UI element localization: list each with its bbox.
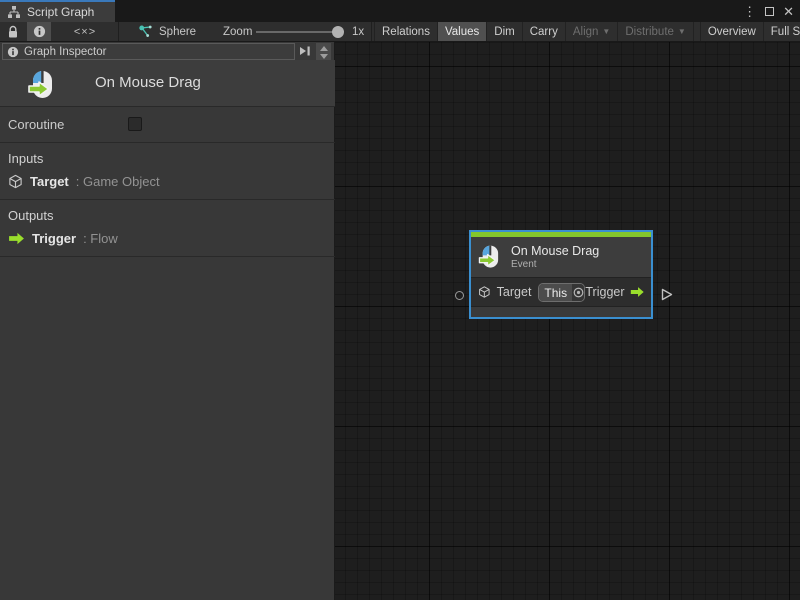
node-input-port[interactable] xyxy=(455,291,464,300)
zoom-slider-track[interactable] xyxy=(256,31,340,33)
maximize-icon[interactable] xyxy=(765,7,774,16)
script-graph-window: Script Graph ⋮ ✕ <×> Sphere Zoom 1x xyxy=(0,0,800,600)
graph-icon xyxy=(7,5,21,19)
unit-title-section: On Mouse Drag xyxy=(0,60,335,107)
relations-button[interactable]: Relations xyxy=(374,22,438,41)
inputs-header: Inputs xyxy=(8,151,43,166)
lock-icon xyxy=(7,25,19,39)
close-icon[interactable]: ✕ xyxy=(783,5,794,18)
input-port-row: Target : Game Object xyxy=(8,174,160,189)
toolbar-divider xyxy=(118,22,119,41)
window-menu-icon[interactable]: ⋮ xyxy=(743,5,756,18)
trigger-port-label: Trigger xyxy=(585,285,624,299)
overview-button[interactable]: Overview xyxy=(700,22,764,41)
graph-toolbar: <×> Sphere Zoom 1x Relations Values Dim … xyxy=(0,22,800,42)
distribute-dropdown[interactable]: Distribute ▼ xyxy=(618,22,694,41)
chevron-down-icon: ▼ xyxy=(678,28,686,36)
target-object-field[interactable]: This xyxy=(538,283,585,302)
output-port-type: : Flow xyxy=(83,231,118,246)
coroutine-label: Coroutine xyxy=(8,117,64,132)
graph-inspector-title: Graph Inspector xyxy=(24,46,106,58)
info-icon xyxy=(7,46,19,58)
outputs-section: Outputs Trigger : Flow xyxy=(0,200,335,257)
node-title: On Mouse Drag xyxy=(511,244,599,258)
lock-button[interactable] xyxy=(2,22,24,41)
scroll-down-icon[interactable] xyxy=(320,54,328,59)
output-port-row: Trigger : Flow xyxy=(8,231,118,246)
input-port-name: Target xyxy=(30,174,69,189)
inspector-toggle-button[interactable] xyxy=(27,22,51,41)
graph-owner-breadcrumb[interactable]: Sphere xyxy=(138,22,196,41)
scroll-up-icon[interactable] xyxy=(320,46,328,51)
window-controls: ⋮ ✕ xyxy=(743,0,794,22)
on-mouse-drag-node[interactable]: On Mouse Drag Event Target This Trigger xyxy=(469,230,653,319)
inputs-section: Inputs Target : Game Object xyxy=(0,143,335,200)
object-picker-button[interactable] xyxy=(572,284,585,301)
target-object-value: This xyxy=(539,284,572,301)
coroutine-checkbox[interactable] xyxy=(128,117,142,131)
node-output-port-icon[interactable] xyxy=(661,288,673,301)
script-machine-icon xyxy=(138,24,153,39)
zoom-slider[interactable] xyxy=(256,22,340,41)
on-mouse-drag-icon xyxy=(26,69,58,101)
tab-label: Script Graph xyxy=(27,5,94,19)
tab-bar: Script Graph ⋮ ✕ xyxy=(0,0,800,22)
graph-inspector-header[interactable]: Graph Inspector xyxy=(2,43,295,60)
chevron-down-icon: ▼ xyxy=(602,28,610,36)
node-footer xyxy=(471,307,651,317)
toolbar-button-group: Relations Values Dim Carry Align ▼ Distr… xyxy=(374,22,800,41)
toolbar-divider xyxy=(371,22,372,41)
flow-arrow-icon xyxy=(8,232,25,245)
target-port-label: Target xyxy=(497,285,532,299)
zoom-value: 1x xyxy=(352,22,364,41)
node-titles: On Mouse Drag Event xyxy=(511,244,599,270)
graph-canvas[interactable]: On Mouse Drag Event Target This Trigger xyxy=(335,42,800,600)
on-mouse-drag-icon xyxy=(477,244,503,270)
node-header[interactable]: On Mouse Drag Event xyxy=(471,237,651,277)
object-picker-icon xyxy=(572,286,585,299)
input-port-type: : Game Object xyxy=(76,174,160,189)
graph-owner-label: Sphere xyxy=(159,26,196,38)
code-view-button[interactable]: <×> xyxy=(56,22,114,41)
output-port-name: Trigger xyxy=(32,231,76,246)
align-dropdown[interactable]: Align ▼ xyxy=(566,22,619,41)
node-subtitle: Event xyxy=(511,259,599,270)
values-button[interactable]: Values xyxy=(438,22,487,41)
game-object-cube-icon xyxy=(478,285,491,299)
zoom-label: Zoom xyxy=(223,22,252,41)
tab-script-graph[interactable]: Script Graph xyxy=(0,0,115,22)
node-port-row: Target This Trigger xyxy=(471,277,651,307)
dim-button[interactable]: Dim xyxy=(487,22,522,41)
coroutine-row: Coroutine xyxy=(0,107,335,143)
flow-arrow-icon[interactable] xyxy=(630,286,644,298)
outputs-header: Outputs xyxy=(8,208,54,223)
fullscreen-button[interactable]: Full Screen xyxy=(764,22,800,41)
zoom-slider-thumb[interactable] xyxy=(332,26,344,38)
dock-panel-icon[interactable] xyxy=(298,45,312,57)
carry-button[interactable]: Carry xyxy=(523,22,566,41)
info-icon xyxy=(33,25,46,38)
unit-title: On Mouse Drag xyxy=(95,74,201,91)
graph-inspector-panel: Graph Inspector On Mouse Drag Coroutine … xyxy=(0,42,335,600)
game-object-cube-icon xyxy=(8,174,23,189)
